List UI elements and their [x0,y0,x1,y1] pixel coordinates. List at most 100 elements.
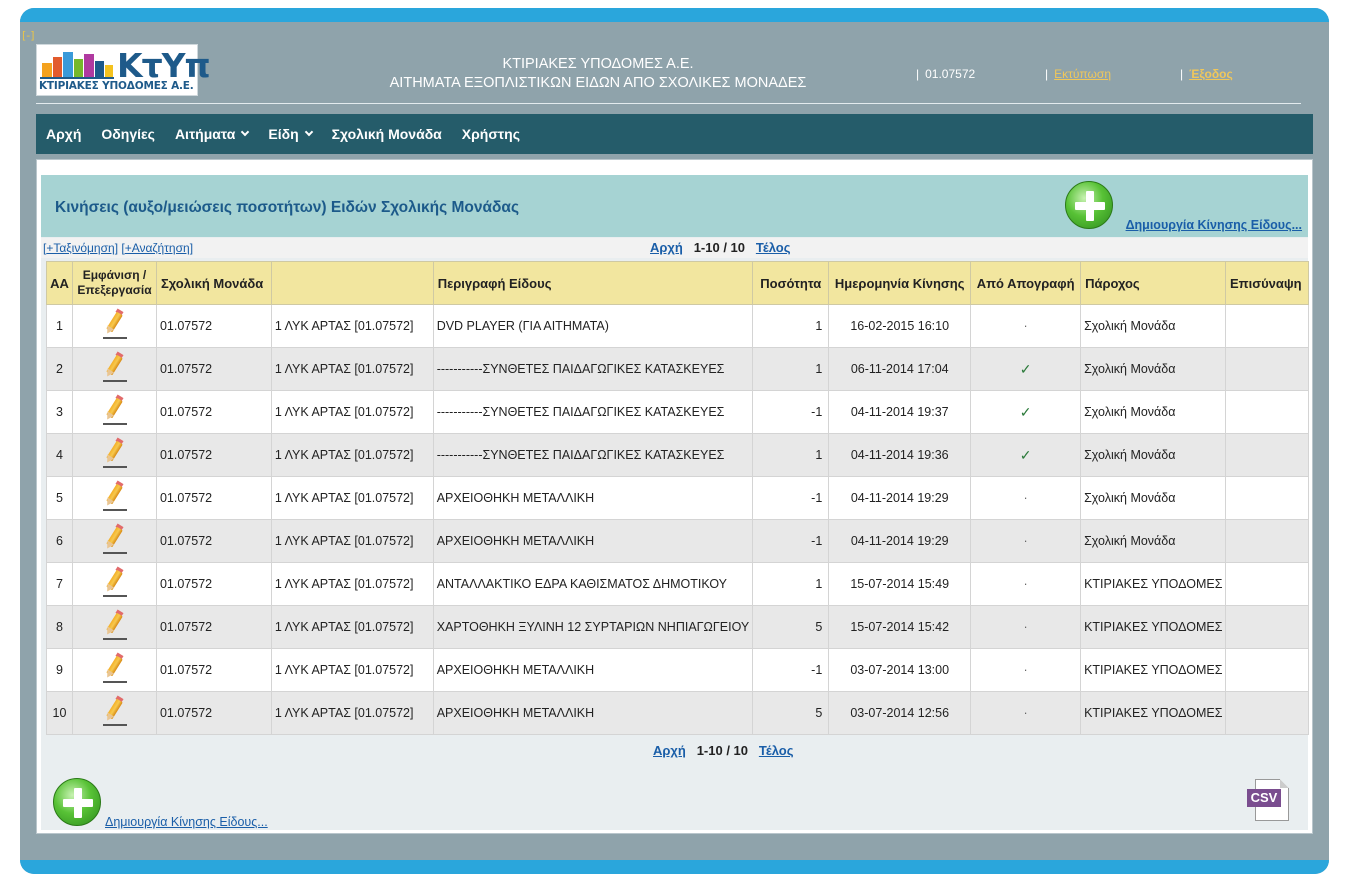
cell-aa: 5 [46,476,73,520]
search-toggle-link[interactable]: +Αναζήτηση [125,241,190,255]
cell-inventory: · [970,476,1082,520]
logo-subtitle: ΚΤΙΡΙΑΚΕΣ ΥΠΟΔΟΜΕΣ Α.Ε. [39,80,194,92]
pager-last-link[interactable]: Τέλος [756,240,791,255]
main-nav: Αρχή Οδηγίες Αιτήματα Είδη Σχολική Μονάδ… [36,114,1313,154]
col-header-view-edit[interactable]: Εμφάνιση / Επεξεργασία [71,261,157,305]
nav-item-school-unit[interactable]: Σχολική Μονάδα [332,126,442,142]
pencil-icon[interactable] [101,695,128,727]
pencil-icon[interactable] [101,480,128,512]
cell-school-unit: 01.07572 [155,691,272,735]
pencil-icon[interactable] [101,308,128,340]
logo-buildings-icon [40,52,114,79]
table-row: 7 01.07572 1 ΛΥΚ ΑΡΤΑΣ [01.07572] ΑΝΤΑΛΛΑΚΤ… [46,562,1310,606]
cell-unit-name: 1 ΛΥΚ ΑΡΤΑΣ [01.07572] [270,390,434,434]
dot-icon: · [1023,534,1028,548]
col-header-aa[interactable]: ΑΑ [46,261,73,305]
checkmark-icon: ✓ [1019,360,1032,377]
cell-attachment [1224,605,1310,649]
exit-link-wrap: | Έξοδος [1180,67,1233,81]
sort-toggle-link[interactable]: +Ταξινόμηση [46,241,114,255]
cell-provider: Σχολική Μονάδα [1080,390,1226,434]
pencil-icon[interactable] [101,609,128,641]
exit-link[interactable]: Έξοδος [1189,67,1233,81]
nav-item-label: Είδη [268,126,299,142]
frame-bottom-bar [20,860,1329,874]
pencil-icon[interactable] [101,652,128,684]
plus-circle-icon[interactable] [1065,181,1113,229]
cell-school-unit: 01.07572 [155,347,272,391]
col-header-attachment[interactable]: Επισύναψη [1224,261,1310,305]
pencil-icon[interactable] [101,351,128,383]
cell-provider: Σχολική Μονάδα [1080,519,1226,563]
cell-date: 15-07-2014 15:42 [828,605,972,649]
logo[interactable]: ΚτΥπ ΚΤΙΡΙΑΚΕΣ ΥΠΟΔΟΜΕΣ Α.Ε. [36,44,211,96]
col-header-date[interactable]: Ημερομηνία Κίνησης [828,261,972,305]
section-header: Κινήσεις (αυξο/μειώσεις ποσοτήτων) Ειδών… [41,175,1308,237]
cell-unit-name: 1 ΛΥΚ ΑΡΤΑΣ [01.07572] [270,648,434,692]
cell-description: ΧΑΡΤΟΘΗΚΗ ΞΥΛΙΝΗ 12 ΣΥΡΤΑΡΙΩΝ ΝΗΠΙΑΓΩΓΕΙ… [432,605,754,649]
pencil-icon[interactable] [101,394,128,426]
pencil-icon[interactable] [101,437,128,469]
header-separator: | [1045,67,1049,81]
print-link[interactable]: Εκτύπωση [1054,67,1111,81]
cell-unit-name: 1 ΛΥΚ ΑΡΤΑΣ [01.07572] [270,433,434,477]
table-row: 4 01.07572 1 ΛΥΚ ΑΡΤΑΣ [01.07572] ---------… [46,433,1310,477]
cell-quantity: 1 [752,433,830,477]
nav-item-requests[interactable]: Αιτήματα [175,126,250,142]
col-header-inventory[interactable]: Από Απογραφή [970,261,1082,305]
col-header-provider[interactable]: Πάροχος [1080,261,1226,305]
app-title: ΚΤΙΡΙΑΚΕΣ ΥΠΟΔΟΜΕΣ Α.Ε. ΑΙΤΗΜΑΤΑ ΕΞΟΠΛΙΣ… [350,55,846,93]
cell-description: ΑΡΧΕΙΟΘΗΚΗ ΜΕΤΑΛΛΙΚΗ [432,691,754,735]
cell-inventory: · [970,304,1082,348]
cell-school-unit: 01.07572 [155,605,272,649]
cell-aa: 7 [46,562,73,606]
create-movement-link-top[interactable]: Δημιουργία Κίνησης Είδους... [1126,218,1302,232]
cell-inventory: ✓ [970,347,1082,391]
cell-quantity: -1 [752,519,830,563]
table-body: 1 01.07572 1 ΛΥΚ ΑΡΤΑΣ [01.07572] DVD PLAYE… [46,304,1310,735]
cell-date: 03-07-2014 13:00 [828,648,972,692]
col-header-unit-name[interactable] [270,261,434,305]
cell-description: ΑΡΧΕΙΟΘΗΚΗ ΜΕΤΑΛΛΙΚΗ [432,648,754,692]
table-row: 5 01.07572 1 ΛΥΚ ΑΡΤΑΣ [01.07572] ΑΡΧΕΙΟΘΗΚ… [46,476,1310,520]
app-title-line2: ΑΙΤΗΜΑΤΑ ΕΞΟΠΛΙΣΤΙΚΩΝ ΕΙΔΩΝ ΑΠΟ ΣΧΟΛΙΚΕΣ… [389,75,807,91]
pencil-icon[interactable] [101,566,128,598]
cell-description: -----------ΣΥΝΘΕΤΕΣ ΠΑΙΔΑΓΩΓΙΚΕΣ ΚΑΤΑΣΚΕ… [432,347,754,391]
cell-provider: Σχολική Μονάδα [1080,304,1226,348]
nav-item-user[interactable]: Χρήστης [462,126,520,142]
col-header-description[interactable]: Περιγραφή Είδους [432,261,754,305]
edit-cell [71,390,157,434]
cell-description: -----------ΣΥΝΘΕΤΕΣ ΠΑΙΔΑΓΩΓΙΚΕΣ ΚΑΤΑΣΚΕ… [432,390,754,434]
create-movement-link-bottom[interactable]: Δημιουργία Κίνησης Είδους... [105,815,268,829]
pager-last-link[interactable]: Τέλος [759,743,794,758]
toolbar-links: [+Ταξινόμηση] [+Αναζήτηση] [43,241,194,255]
app-frame: [-] ΚτΥπ ΚΤΙΡΙΑΚΕΣ ΥΠΟΔΟΜΕΣ Α.Ε. ΚΤΙΡΙΑΚ… [20,8,1329,874]
csv-file-icon[interactable]: CSV [1247,779,1289,821]
pencil-icon[interactable] [101,523,128,555]
edit-cell [71,304,157,348]
dot-icon: · [1023,620,1028,634]
pager-first-link[interactable]: Αρχή [653,743,686,758]
cell-aa: 2 [46,347,73,391]
cell-description: ΑΡΧΕΙΟΘΗΚΗ ΜΕΤΑΛΛΙΚΗ [432,519,754,563]
collapse-toggle[interactable]: [-] [22,29,35,42]
nav-item-items[interactable]: Είδη [268,126,313,142]
nav-item-home[interactable]: Αρχή [46,126,81,142]
nav-item-instructions[interactable]: Οδηγίες [101,126,155,142]
cell-date: 04-11-2014 19:29 [828,519,972,563]
chevron-down-icon [304,127,313,137]
cell-attachment [1224,691,1310,735]
plus-circle-icon[interactable] [53,778,101,826]
col-header-quantity[interactable]: Ποσότητα [752,261,830,305]
cell-school-unit: 01.07572 [155,390,272,434]
cell-aa: 4 [46,433,73,477]
cell-attachment [1224,476,1310,520]
dot-icon: · [1023,319,1028,333]
pager-first-link[interactable]: Αρχή [650,240,683,255]
table-header-row: ΑΑ Εμφάνιση / Επεξεργασία Σχολική Μονάδα… [46,261,1310,305]
cell-school-unit: 01.07572 [155,476,272,520]
col-header-school-unit[interactable]: Σχολική Μονάδα [155,261,272,305]
cell-description: DVD PLAYER (ΓΙΑ ΑΙΤΗΜΑΤΑ) [432,304,754,348]
cell-school-unit: 01.07572 [155,304,272,348]
table-row: 3 01.07572 1 ΛΥΚ ΑΡΤΑΣ [01.07572] ---------… [46,390,1310,434]
